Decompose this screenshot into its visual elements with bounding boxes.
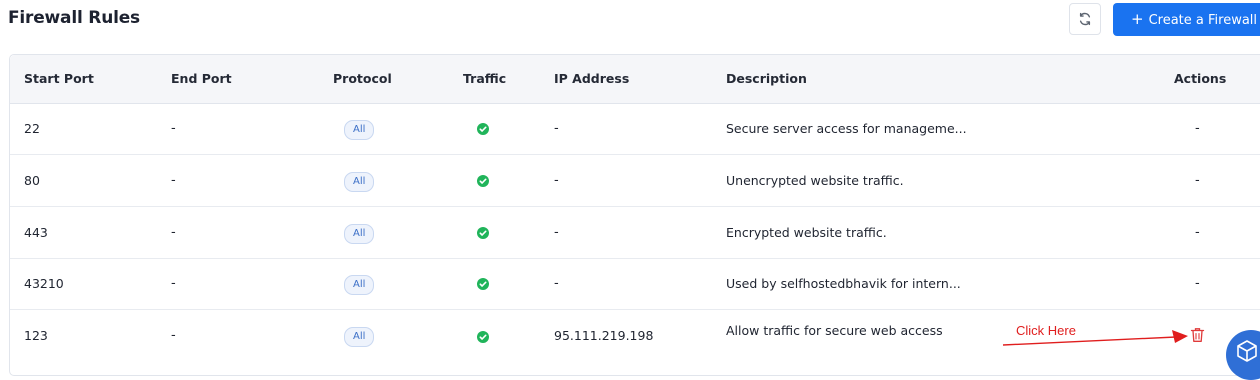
protocol-badge: All	[344, 275, 375, 295]
description-cell: Secure server access for manageme...	[726, 121, 967, 136]
ip-address-cell: -	[554, 276, 559, 291]
create-firewall-button[interactable]: + Create a Firewall	[1113, 3, 1260, 36]
trash-icon	[1190, 328, 1205, 342]
column-header-start-port: Start Port	[24, 71, 94, 86]
column-header-end-port: End Port	[171, 71, 232, 86]
ip-address-cell: -	[554, 173, 559, 188]
column-header-protocol: Protocol	[333, 71, 392, 86]
traffic-allowed-icon	[477, 227, 489, 239]
create-firewall-label: Create a Firewall	[1148, 13, 1258, 28]
actions-cell: -	[1195, 121, 1200, 136]
start-port-cell: 43210	[24, 276, 64, 291]
protocol-badge: All	[344, 224, 375, 244]
end-port-cell: -	[171, 225, 176, 240]
table-row: 43210 - All - Used by selfhostedbhavik f…	[10, 258, 1260, 310]
ip-address-cell: 95.111.219.198	[554, 328, 654, 343]
delete-rule-button[interactable]	[1190, 327, 1205, 343]
column-header-description: Description	[726, 71, 807, 86]
column-header-actions: Actions	[1174, 71, 1227, 86]
annotation-arrow	[1002, 330, 1188, 346]
refresh-icon	[1079, 12, 1091, 26]
traffic-allowed-icon	[477, 331, 489, 343]
end-port-cell: -	[171, 121, 176, 136]
table-row: 443 - All - Encrypted website traffic. -	[10, 207, 1260, 259]
ip-address-cell: -	[554, 225, 559, 240]
actions-cell: -	[1195, 276, 1200, 291]
description-cell: Allow traffic for secure web access	[726, 323, 943, 338]
table-row: 22 - All - Secure server access for mana…	[10, 103, 1260, 155]
column-header-traffic: Traffic	[463, 71, 507, 86]
actions-cell: -	[1195, 173, 1200, 188]
protocol-badge: All	[344, 120, 375, 140]
table-row: 80 - All - Unencrypted website traffic. …	[10, 155, 1260, 207]
column-header-ip-address: IP Address	[554, 71, 630, 86]
ip-address-cell: -	[554, 121, 559, 136]
plus-icon: +	[1131, 10, 1144, 28]
traffic-allowed-icon	[477, 278, 489, 290]
protocol-badge: All	[344, 172, 375, 192]
page-title: Firewall Rules	[8, 8, 140, 28]
traffic-allowed-icon	[477, 123, 489, 135]
end-port-cell: -	[171, 328, 176, 343]
start-port-cell: 123	[24, 328, 48, 343]
protocol-badge: All	[344, 327, 375, 347]
description-cell: Encrypted website traffic.	[726, 225, 887, 240]
refresh-button[interactable]	[1069, 3, 1101, 35]
description-cell: Used by selfhostedbhavik for intern...	[726, 276, 961, 291]
start-port-cell: 443	[24, 225, 48, 240]
start-port-cell: 22	[24, 121, 40, 136]
cube-icon	[1237, 340, 1257, 362]
description-cell: Unencrypted website traffic.	[726, 173, 904, 188]
start-port-cell: 80	[24, 173, 40, 188]
table-header: Start Port End Port Protocol Traffic IP …	[10, 55, 1260, 104]
traffic-allowed-icon	[477, 175, 489, 187]
end-port-cell: -	[171, 276, 176, 291]
end-port-cell: -	[171, 173, 176, 188]
actions-cell: -	[1195, 225, 1200, 240]
